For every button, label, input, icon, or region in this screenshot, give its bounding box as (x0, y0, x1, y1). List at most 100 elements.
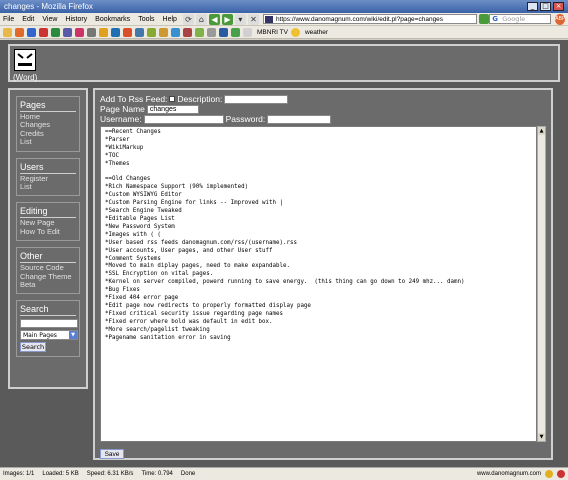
menu-history[interactable]: History (65, 16, 87, 23)
stop-icon[interactable]: ✕ (247, 13, 259, 25)
bookmark-icon[interactable] (243, 27, 252, 37)
bookmark-icon[interactable] (75, 27, 84, 37)
save-button[interactable]: Save (100, 449, 124, 459)
page-name-field[interactable]: changes (146, 104, 199, 114)
reload-icon[interactable]: ⟳ (182, 13, 194, 25)
bookmark-icon[interactable] (171, 27, 180, 37)
scroll-down-icon[interactable]: ▼ (538, 433, 545, 441)
bookmark-icon[interactable] (111, 27, 120, 37)
description-field[interactable] (224, 94, 289, 104)
status-domain: www.danomagnum.com (476, 471, 541, 477)
history-icon[interactable]: ▾ (234, 13, 246, 25)
status-time: Time: 0.794 (141, 471, 173, 477)
adblock-icon[interactable]: ABP (555, 13, 565, 25)
bookmark-icon[interactable] (27, 27, 36, 37)
bookmark-icon[interactable] (183, 27, 192, 37)
lock-icon[interactable] (545, 470, 553, 478)
site-favicon-icon (264, 16, 273, 23)
search-placeholder: Google (502, 15, 526, 23)
page-content: (Word) Pages Home Changes Credits List U… (0, 40, 568, 467)
page-name-label: Page Name (100, 104, 145, 114)
edit-panel: Add To Rss Feed: Description: Page Name … (93, 88, 553, 460)
editor-scrollbar[interactable]: ▲ ▼ (537, 126, 546, 442)
rss-row: Add To Rss Feed: Description: (100, 94, 289, 104)
home-icon[interactable]: ⌂ (195, 13, 207, 25)
google-icon: G (492, 15, 498, 23)
sidebar-link-how-to-edit[interactable]: How To Edit (20, 227, 76, 236)
bookmark-mbnri-tv[interactable]: MBNRI TV (257, 29, 288, 36)
username-field[interactable] (143, 114, 224, 124)
sidebar-search-input[interactable] (20, 319, 78, 329)
sidebar-other-section: Other Source Code Change Theme Beta (16, 247, 80, 295)
logo-label: (Word) (13, 73, 38, 82)
sidebar-pages-section: Pages Home Changes Credits List (16, 96, 80, 152)
site-logo[interactable] (14, 49, 36, 71)
status-speed: Speed: 6.31 KB/s (86, 471, 134, 477)
page-content-textarea[interactable]: ==Recent Changes *Parser *WikiMarkup *TO… (100, 126, 537, 442)
password-label: Password: (225, 114, 266, 124)
forward-icon[interactable]: ▶ (221, 13, 233, 25)
menu-edit[interactable]: Edit (22, 16, 34, 23)
search-scope-select[interactable]: Main Pages ▼ (20, 330, 78, 341)
page-name-row: Page Name changes (100, 104, 199, 114)
maximize-button[interactable]: □ (540, 2, 551, 11)
weather-icon (290, 27, 300, 37)
bookmark-icon[interactable] (195, 27, 204, 37)
bookmark-icon[interactable] (147, 27, 156, 37)
search-input[interactable]: G Google (489, 14, 552, 24)
bookmark-icon[interactable] (63, 27, 72, 37)
menu-file[interactable]: File (3, 16, 14, 23)
scroll-up-icon[interactable]: ▲ (538, 127, 545, 135)
adblock-status-icon[interactable] (557, 470, 565, 478)
description-label: Description: (177, 94, 223, 104)
sidebar-link-user-list[interactable]: List (20, 182, 76, 191)
status-images: Images: 1/1 (3, 471, 35, 477)
username-label: Username: (100, 114, 142, 124)
bookmark-icon[interactable] (219, 27, 228, 37)
window-title: changes - Mozilla Firefox (4, 2, 93, 11)
minimize-button[interactable]: _ (527, 2, 538, 11)
sidebar-users-title: Users (20, 162, 76, 174)
rss-checkbox[interactable] (169, 96, 176, 102)
sidebar-search-section: Search Main Pages ▼ Search (16, 300, 80, 358)
rss-label: Add To Rss Feed: (100, 94, 168, 104)
bookmark-icon[interactable] (39, 27, 48, 37)
sidebar-link-list[interactable]: List (20, 137, 76, 146)
bookmark-weather[interactable]: weather (305, 29, 328, 36)
url-bar[interactable]: https://www.danomagnum.com/wiki/edit.pl?… (262, 14, 478, 24)
sidebar: Pages Home Changes Credits List Users Re… (8, 88, 88, 389)
menu-tools[interactable]: Tools (138, 16, 154, 23)
menu-view[interactable]: View (42, 16, 57, 23)
bookmark-icon[interactable] (51, 27, 60, 37)
back-icon[interactable]: ◀ (208, 13, 220, 25)
logo-face-icon (17, 53, 33, 66)
bookmark-icon[interactable] (99, 27, 108, 37)
sidebar-search-title: Search (20, 304, 76, 317)
sidebar-editing-title: Editing (20, 206, 76, 219)
bookmark-icon[interactable] (231, 27, 240, 37)
url-text: https://www.danomagnum.com/wiki/edit.pl?… (275, 16, 444, 23)
close-button[interactable]: × (553, 2, 564, 11)
menu-help[interactable]: Help (163, 16, 177, 23)
window-titlebar: changes - Mozilla Firefox _ □ × (0, 0, 568, 13)
status-bar: Images: 1/1 Loaded: 5 KB Speed: 6.31 KB/… (0, 467, 568, 480)
bookmark-folder-icon[interactable] (3, 27, 12, 37)
bookmarks-toolbar: MBNRI TV weather (0, 26, 568, 39)
sidebar-search-button[interactable]: Search (20, 342, 46, 353)
bookmark-icon[interactable] (15, 27, 24, 37)
bookmark-icon[interactable] (159, 27, 168, 37)
bookmark-icon[interactable] (87, 27, 96, 37)
bookmark-icon[interactable] (123, 27, 132, 37)
navigation-toolbar: File Edit View History Bookmarks Tools H… (0, 13, 568, 26)
login-row: Username: Password: (100, 114, 332, 124)
sidebar-users-section: Users Register List (16, 157, 80, 197)
bookmark-icon[interactable] (135, 27, 144, 37)
go-button[interactable] (479, 14, 490, 24)
status-loaded: Loaded: 5 KB (42, 471, 79, 477)
chevron-down-icon[interactable]: ▼ (69, 331, 77, 340)
password-field[interactable] (267, 114, 332, 124)
sidebar-link-beta[interactable]: Beta (20, 280, 76, 289)
bookmark-icon[interactable] (207, 27, 216, 37)
menu-bookmarks[interactable]: Bookmarks (95, 16, 130, 23)
search-scope-value: Main Pages (23, 332, 57, 340)
